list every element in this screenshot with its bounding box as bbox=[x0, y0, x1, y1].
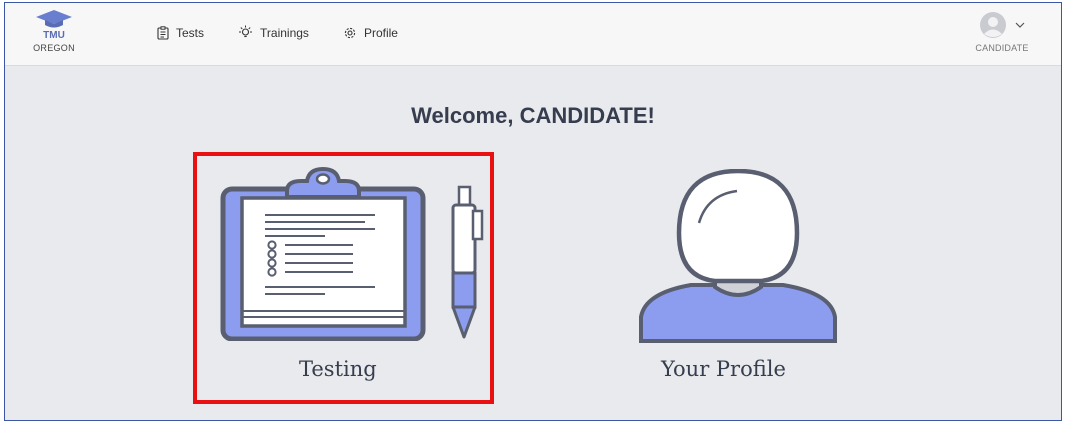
brand-subtitle: OREGON bbox=[33, 43, 75, 53]
user-menu[interactable]: CANDIDATE bbox=[969, 11, 1035, 53]
brand-logo[interactable]: TMU OREGON bbox=[23, 9, 85, 61]
welcome-heading: Welcome, CANDIDATE! bbox=[411, 103, 655, 128]
nav-label-trainings: Trainings bbox=[260, 25, 309, 40]
testing-tile[interactable]: Testing bbox=[205, 163, 485, 395]
nav-item-trainings[interactable]: Trainings bbox=[238, 25, 309, 40]
person-bust-icon bbox=[639, 169, 837, 343]
top-navigation-bar: TMU OREGON Tests Trainings Profile CANDI… bbox=[5, 3, 1061, 66]
brand-name: TMU bbox=[43, 30, 65, 41]
graduation-cap-icon bbox=[36, 10, 72, 28]
your-profile-tile[interactable]: Your Profile bbox=[605, 163, 895, 395]
app-window: TMU OREGON Tests Trainings Profile CANDI… bbox=[4, 2, 1062, 421]
nav-label-profile: Profile bbox=[363, 25, 398, 40]
clipboard-pen-icon bbox=[220, 166, 484, 341]
chevron-down-icon[interactable] bbox=[1015, 22, 1025, 28]
avatar-icon[interactable] bbox=[979, 11, 1007, 39]
lightbulb-icon bbox=[239, 25, 253, 38]
nav-item-profile[interactable]: Profile bbox=[343, 25, 398, 40]
main-nav: Tests Trainings Profile bbox=[157, 25, 432, 40]
gear-icon bbox=[344, 27, 356, 38]
nav-label-tests: Tests bbox=[176, 25, 205, 40]
user-name: CANDIDATE bbox=[975, 43, 1029, 53]
clipboard-icon bbox=[157, 25, 169, 40]
your-profile-label: Your Profile bbox=[661, 357, 786, 381]
nav-item-tests[interactable]: Tests bbox=[157, 25, 204, 40]
testing-label: Testing bbox=[299, 357, 377, 381]
